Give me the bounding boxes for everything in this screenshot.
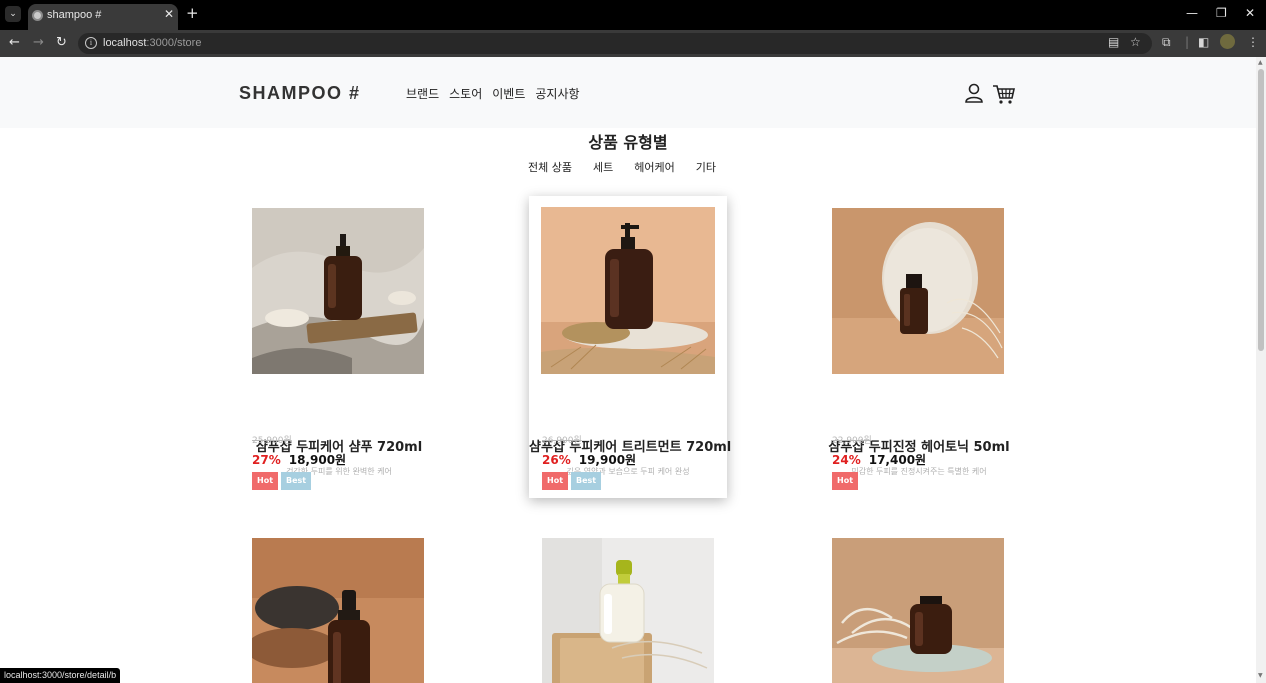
browser-toolbar: ← → ↻ i localhost:3000/store ▤ ☆ ⧉ | ◧ ⋮	[0, 30, 1266, 57]
tab-all-products[interactable]: 전체 상품	[528, 159, 572, 175]
address-bar[interactable]: i localhost:3000/store	[78, 33, 1152, 54]
best-badge: Best	[281, 472, 312, 490]
product-image[interactable]	[832, 538, 1004, 683]
sale-price: 18,900원	[288, 453, 347, 467]
forward-icon[interactable]: →	[33, 35, 44, 50]
sale-price: 19,900원	[578, 453, 637, 467]
price-row: 24% 17,400원	[832, 451, 926, 468]
browser-tab[interactable]: shampoo # ✕	[28, 4, 178, 30]
side-panel-icon[interactable]: ◧	[1198, 35, 1209, 49]
sale-price: 17,400원	[868, 453, 927, 467]
tab-title: shampoo #	[47, 9, 102, 21]
badge-group: Hot Best	[542, 472, 602, 490]
discount-rate: 24%	[832, 453, 861, 467]
product-image[interactable]	[252, 208, 424, 374]
product-image[interactable]	[542, 538, 714, 683]
tab-haircare[interactable]: 헤어케어	[634, 159, 674, 175]
site-logo[interactable]: SHAMPOO #	[239, 83, 361, 104]
favicon-icon	[32, 10, 43, 21]
browser-tab-bar: ⌄ shampoo # ✕ + — ❐ ✕	[0, 0, 1266, 30]
user-icon[interactable]	[964, 83, 984, 105]
price-row: 27% 18,900원	[252, 451, 346, 468]
minimize-icon[interactable]: —	[1186, 6, 1198, 20]
hot-badge: Hot	[252, 472, 279, 490]
product-image[interactable]	[541, 207, 715, 374]
badge-group: Hot	[832, 472, 859, 490]
scrollbar-thumb[interactable]	[1258, 69, 1264, 351]
scroll-up-icon[interactable]: ▲	[1258, 59, 1263, 66]
store-page: SHAMPOO # 브랜드 스토어 이벤트 공지사항 상품 유형별 전체 상품 …	[0, 57, 1256, 683]
tab-search-icon[interactable]: ⌄	[5, 6, 21, 22]
section-title: 상품 유형별	[588, 133, 668, 152]
menu-kebab-icon[interactable]: ⋮	[1247, 35, 1259, 49]
reload-icon[interactable]: ↻	[56, 35, 67, 50]
extensions-icon[interactable]: ⧉	[1162, 35, 1171, 50]
site-info-icon[interactable]: i	[85, 37, 97, 49]
price-row: 26% 19,900원	[542, 451, 636, 468]
original-price: 26,900원	[542, 436, 582, 446]
close-tab-icon[interactable]: ✕	[164, 7, 174, 21]
url-text[interactable]: localhost:3000/store	[103, 37, 201, 49]
new-tab-icon[interactable]: +	[186, 5, 199, 21]
hot-badge: Hot	[542, 472, 569, 490]
discount-rate: 26%	[542, 453, 571, 467]
original-price: 22,900원	[832, 436, 872, 446]
nav-item-event[interactable]: 이벤트	[492, 85, 525, 102]
status-bar-url: localhost:3000/store/detail/b	[0, 668, 121, 683]
back-icon[interactable]: ←	[9, 35, 20, 50]
bookmark-star-icon[interactable]: ☆	[1130, 35, 1141, 49]
product-image[interactable]	[832, 208, 1004, 374]
product-image[interactable]	[252, 538, 424, 683]
main-nav: 브랜드 스토어 이벤트 공지사항	[406, 85, 580, 102]
tab-etc[interactable]: 기타	[696, 159, 716, 175]
badge-group: Hot Best	[252, 472, 312, 490]
site-header: SHAMPOO # 브랜드 스토어 이벤트 공지사항	[0, 57, 1256, 128]
nav-item-notice[interactable]: 공지사항	[535, 85, 579, 102]
close-window-icon[interactable]: ✕	[1245, 6, 1255, 20]
page-scrollbar[interactable]: ▲ ▼	[1256, 57, 1266, 683]
original-price: 25,900원	[252, 436, 292, 446]
hot-badge: Hot	[832, 472, 859, 490]
best-badge: Best	[571, 472, 602, 490]
nav-item-store[interactable]: 스토어	[449, 85, 482, 102]
profile-avatar[interactable]	[1220, 34, 1235, 49]
discount-rate: 27%	[252, 453, 281, 467]
translate-icon[interactable]: ▤	[1108, 35, 1119, 49]
nav-item-brand[interactable]: 브랜드	[406, 85, 439, 102]
category-tabs: 전체 상품 세트 헤어케어 기타	[528, 159, 716, 175]
toolbar-divider: |	[1185, 35, 1190, 49]
restore-icon[interactable]: ❐	[1216, 6, 1227, 20]
tab-set[interactable]: 세트	[593, 159, 613, 175]
cart-icon[interactable]	[992, 83, 1016, 105]
scroll-down-icon[interactable]: ▼	[1258, 672, 1263, 679]
